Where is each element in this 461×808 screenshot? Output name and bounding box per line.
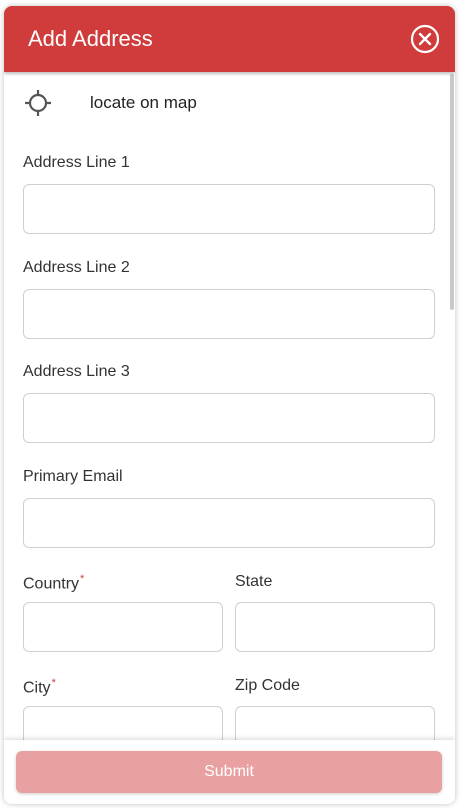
required-marker: *	[80, 573, 85, 585]
modal-header: Add Address	[4, 6, 455, 72]
required-marker: *	[51, 677, 56, 689]
state-label: State	[235, 573, 273, 590]
country-input[interactable]	[23, 602, 223, 652]
country-label-text: Country	[23, 575, 80, 593]
zip-code-input[interactable]	[235, 706, 435, 740]
country-label: Country*	[23, 573, 84, 593]
city-label-text: City	[23, 679, 51, 697]
primary-email-input[interactable]	[23, 498, 435, 548]
city-label: City*	[23, 677, 56, 697]
address-line-1-input[interactable]	[23, 184, 435, 234]
address-line-3-label: Address Line 3	[23, 363, 130, 380]
submit-button[interactable]: Submit	[16, 751, 442, 793]
close-icon[interactable]	[409, 23, 441, 55]
primary-email-label: Primary Email	[23, 468, 123, 485]
modal-title: Add Address	[28, 26, 153, 51]
add-address-modal: Add Address locate on map Address Line 1…	[4, 6, 455, 804]
zip-code-label: Zip Code	[235, 677, 300, 694]
modal-footer: Submit	[4, 740, 455, 804]
locate-on-map-button[interactable]: locate on map	[24, 86, 197, 120]
address-line-2-input[interactable]	[23, 289, 435, 339]
locate-on-map-label: locate on map	[90, 93, 197, 112]
city-input[interactable]	[23, 706, 223, 740]
address-line-1-label: Address Line 1	[23, 154, 130, 171]
address-line-2-label: Address Line 2	[23, 259, 130, 276]
state-input[interactable]	[235, 602, 435, 652]
crosshair-icon	[24, 89, 52, 117]
address-line-3-input[interactable]	[23, 393, 435, 443]
modal-body: locate on map Address Line 1 Address Lin…	[4, 72, 455, 740]
